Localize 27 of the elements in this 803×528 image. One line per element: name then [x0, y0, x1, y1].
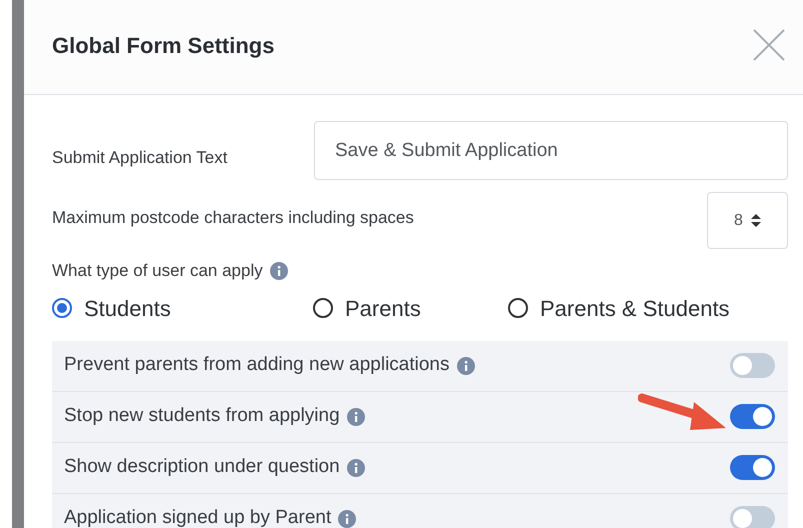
radio-button[interactable] — [313, 298, 333, 318]
radio-button[interactable] — [508, 298, 528, 318]
setting-label: Prevent parents from adding new applications — [64, 353, 450, 378]
info-icon — [456, 356, 475, 374]
info-icon — [346, 458, 365, 476]
radio-button[interactable] — [52, 298, 72, 318]
info-icon — [346, 408, 365, 426]
input-field[interactable]: Save & Submit Application — [314, 121, 788, 180]
field-label: Submit Application Text — [52, 146, 228, 169]
info-icon — [270, 262, 288, 280]
toggle-switch[interactable] — [730, 353, 775, 378]
radio-label: Parents & Students — [540, 294, 730, 322]
number-spinner[interactable]: 8 — [707, 192, 788, 249]
setting-label: Show description under question — [64, 455, 340, 480]
field-label: What type of user can apply — [52, 260, 263, 282]
setting-label: Stop new students from applying — [64, 404, 340, 428]
radio-label: Parents — [345, 294, 421, 322]
toggle-switch[interactable] — [730, 506, 775, 528]
dialog-title: Global Form Settings — [52, 32, 274, 60]
field-label: Maximum postcode characters including spaces — [52, 206, 414, 229]
spinner-arrows-icon — [750, 214, 761, 227]
radio-label: Students — [84, 294, 171, 322]
info-icon — [338, 510, 356, 528]
toggle-switch[interactable] — [730, 404, 775, 429]
toggle-switch[interactable] — [730, 455, 775, 480]
setting-label: Application signed up by Parent — [64, 506, 332, 528]
close-icon — [752, 28, 786, 62]
